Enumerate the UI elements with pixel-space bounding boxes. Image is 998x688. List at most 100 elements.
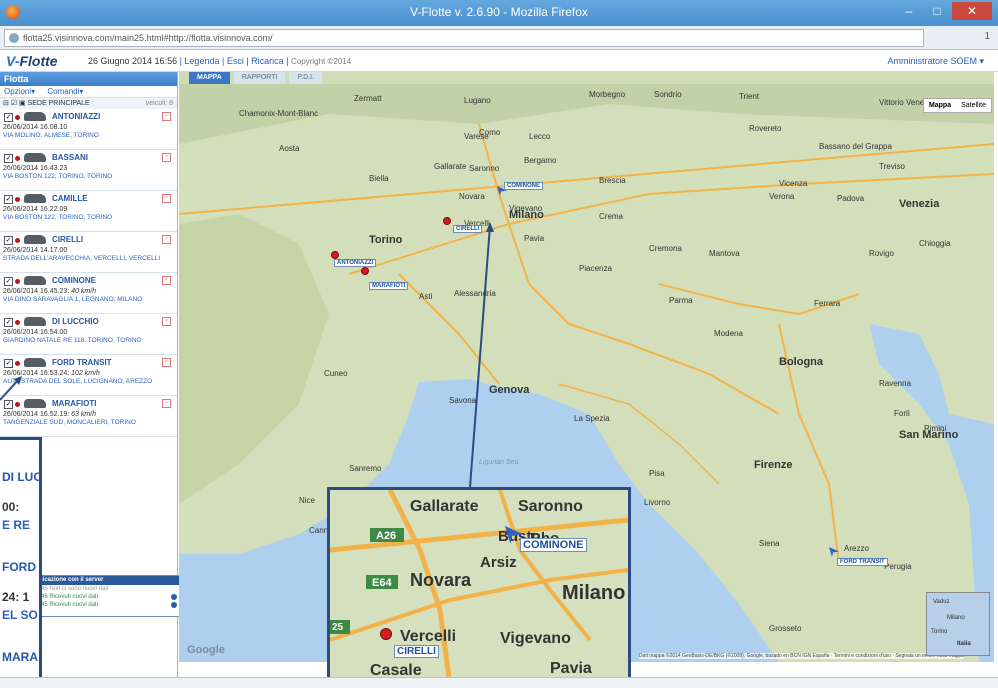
header-links: 26 Giugno 2014 16:56 | Legenda | Esci | … xyxy=(88,56,352,66)
car-icon xyxy=(24,358,46,367)
tab-reports[interactable]: RAPPORTI xyxy=(233,72,286,84)
road-shield: E64 xyxy=(372,577,392,589)
city-label: Bassano del Grappa xyxy=(819,142,892,151)
alert-icon[interactable]: ▫ xyxy=(162,194,171,203)
city-label: Mantova xyxy=(709,249,740,258)
map-attribution[interactable]: Dati mappa ©2014 GeoBasis-DE/BKG (©2009)… xyxy=(638,653,964,659)
map-type-map[interactable]: Mappa xyxy=(924,99,956,112)
tab-map[interactable]: MAPPA xyxy=(189,72,230,84)
tab-poi[interactable]: P.D.I. xyxy=(289,72,323,84)
zoom-text-line: 00: xyxy=(2,500,20,514)
city-label: Savona xyxy=(449,396,477,405)
commands-menu[interactable]: Comandi▾ xyxy=(47,87,83,96)
city-label: San Marino xyxy=(899,429,959,441)
vehicle-name: CAMILLE xyxy=(52,194,88,203)
city-label: Pavia xyxy=(524,234,545,243)
status-dot-icon xyxy=(15,402,20,407)
vehicle-map-label[interactable]: ANTONIAZZI xyxy=(334,259,377,267)
city-label: Grosseto xyxy=(769,624,802,633)
alert-icon[interactable]: ▫ xyxy=(162,235,171,244)
vehicle-checkbox[interactable]: ✓ xyxy=(4,400,13,409)
status-dot-icon xyxy=(15,156,20,161)
city-label: Bergamo xyxy=(524,156,557,165)
legend-link[interactable]: Legenda xyxy=(184,56,219,66)
alert-icon[interactable]: ▫ xyxy=(162,153,171,162)
city-label: Alessandria xyxy=(454,289,496,298)
maximize-button[interactable]: □ xyxy=(924,2,950,20)
vehicle-checkbox[interactable]: ✓ xyxy=(4,195,13,204)
vehicle-map-label[interactable]: FORD TRANSIT xyxy=(837,558,888,566)
map-type-satellite[interactable]: Satellite xyxy=(956,99,991,112)
vehicle-checkbox[interactable]: ✓ xyxy=(4,113,13,122)
zoom-text-line: E RE xyxy=(2,518,31,532)
alert-icon[interactable]: ▫ xyxy=(162,276,171,285)
alert-icon[interactable]: ▫ xyxy=(162,317,171,326)
vehicle-checkbox[interactable]: ✓ xyxy=(4,359,13,368)
close-button[interactable]: ✕ xyxy=(952,2,992,20)
toolbar-badge[interactable]: 1 xyxy=(984,31,990,42)
vehicle-name: BASSANI xyxy=(52,153,89,162)
vehicle-item[interactable]: ✓ COMINONE ▫ 26/06/2014 16.45.23: 40 km/h VI… xyxy=(0,273,177,314)
vehicle-name: COMINONE xyxy=(52,276,96,285)
vehicle-item[interactable]: ✓ MARAFIOTI ▫ 26/06/2014 16.52.19: 63 km/h T… xyxy=(0,396,177,437)
vehicle-pin[interactable] xyxy=(331,251,339,259)
vehicle-checkbox[interactable]: ✓ xyxy=(4,318,13,327)
info-icon[interactable] xyxy=(171,594,177,600)
minimize-button[interactable]: – xyxy=(896,2,922,20)
group-row[interactable]: ⊟ ☑ ▣ SEDE PRINCIPALE veicoli: 8 xyxy=(0,98,177,109)
vehicle-pin[interactable] xyxy=(361,267,369,275)
vehicle-checkbox[interactable]: ✓ xyxy=(4,277,13,286)
zoom-text-line: DI LUC xyxy=(2,470,42,484)
vehicle-checkbox[interactable]: ✓ xyxy=(4,154,13,163)
city-label: Genova xyxy=(489,384,530,396)
city-label: Morbegno xyxy=(589,90,626,99)
alert-icon[interactable]: ▫ xyxy=(162,112,171,121)
vehicle-map-label[interactable]: CIRELLI xyxy=(394,645,439,658)
vehicle-map-label[interactable]: COMINONE xyxy=(504,182,543,190)
car-icon xyxy=(24,317,46,326)
vehicle-timestamp: 26/06/2014 16.45.23: 40 km/h xyxy=(3,288,97,295)
city-label: Bologna xyxy=(779,356,823,368)
city-label: Chioggia xyxy=(919,239,951,248)
options-menu[interactable]: Opzioni▾ xyxy=(4,87,35,96)
vehicle-item[interactable]: ✓ FORD TRANSIT ▫ 26/06/2014 16.53.24: 102 k… xyxy=(0,355,177,396)
city-label: Padova xyxy=(837,194,865,203)
vehicle-item[interactable]: ✓ BASSANI ▫ 26/06/2014 16.43.23 VIA BOSTON … xyxy=(0,150,177,191)
vehicle-name: CIRELLI xyxy=(52,235,84,244)
city-label: Firenze xyxy=(754,459,793,471)
info-icon[interactable] xyxy=(171,602,177,608)
exit-link[interactable]: Esci xyxy=(227,56,244,66)
alert-icon[interactable]: ▫ xyxy=(162,358,171,367)
vehicle-item[interactable]: ✓ CAMILLE ▫ 26/06/2014 16.22.09 VIA BOSTON … xyxy=(0,191,177,232)
city-label: Sondrio xyxy=(654,90,682,99)
city-label: Modena xyxy=(714,329,743,338)
panel-menu: Opzioni▾ Comandi▾ xyxy=(0,86,177,98)
vehicle-timestamp: 26/06/2014 16.53.24: 102 km/h xyxy=(3,370,100,377)
vehicle-map-label[interactable]: CIRELLI xyxy=(453,225,483,233)
comm-row: 45 Non ci sono nuovi dati xyxy=(41,586,109,592)
vehicle-checkbox[interactable]: ✓ xyxy=(4,236,13,245)
vehicle-map-label[interactable]: MARAFIOTI xyxy=(369,282,409,290)
group-label: SEDE PRINCIPALE xyxy=(27,100,90,107)
user-menu[interactable]: Amministratore SOEM ▾ xyxy=(887,56,984,67)
vehicle-pin[interactable] xyxy=(380,628,392,640)
vehicle-map-label[interactable]: COMINONE xyxy=(520,538,587,552)
vehicle-item[interactable]: ✓ ANTONIAZZI ▫ 26/06/2014 16.08.10 VIA MOLI… xyxy=(0,109,177,150)
vehicle-item[interactable]: ✓ CIRELLI ▫ 26/06/2014 14.17.00 STRADA DELL… xyxy=(0,232,177,273)
city-label: Ferrara xyxy=(814,299,841,308)
vehicle-pin[interactable] xyxy=(443,217,451,225)
zoom-city-label: Saronno xyxy=(518,498,583,515)
city-label: Piacenza xyxy=(579,264,612,273)
vehicle-address: VIA DINO SARAVAGLIA 1, LEGNANO, MILANO xyxy=(3,296,143,303)
vehicle-name: FORD TRANSIT xyxy=(52,358,112,367)
vehicle-item[interactable]: ✓ DI LUCCHIO ▫ 26/06/2014 16.54.00 GIARDINO… xyxy=(0,314,177,355)
alert-icon[interactable]: ▫ xyxy=(162,399,171,408)
status-dot-icon xyxy=(15,238,20,243)
overview-map[interactable]: Vaduz Milano Torino Italia xyxy=(926,592,990,656)
city-label: Treviso xyxy=(879,162,905,171)
url-field[interactable]: flotta25.visinnova.com/main25.html#http:… xyxy=(4,29,924,47)
zoom-text-line: 24: 1 xyxy=(2,590,30,604)
date-time: 26 Giugno 2014 16:56 xyxy=(88,56,178,66)
reload-link[interactable]: Ricarica xyxy=(251,56,284,66)
globe-icon xyxy=(9,33,19,43)
